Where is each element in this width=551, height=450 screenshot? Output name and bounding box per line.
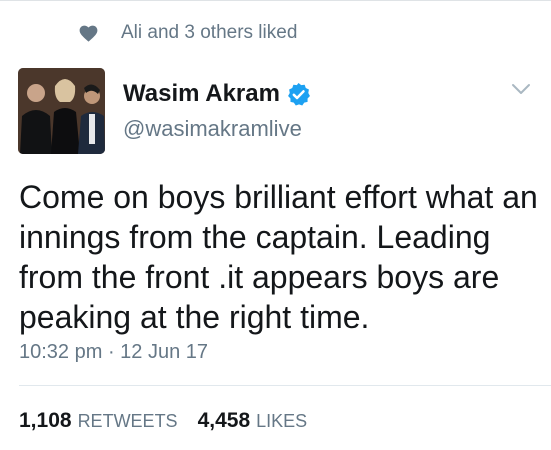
social-context-text: Ali and 3 others liked (121, 22, 298, 43)
display-name[interactable]: Wasim Akram (123, 80, 280, 108)
author-name-row[interactable]: Wasim Akram (123, 80, 311, 108)
tweet-card[interactable]: Ali and 3 others liked Wasim Akram @wasi… (0, 0, 551, 450)
tweet-stats: 1,108 RETWEETS 4,458 LIKES (19, 409, 327, 433)
retweets-stat[interactable]: 1,108 RETWEETS (19, 409, 178, 433)
social-context: Ali and 3 others liked (79, 22, 297, 44)
verified-badge-icon (288, 82, 310, 106)
heart-icon (79, 25, 98, 42)
likes-stat[interactable]: 4,458 LIKES (198, 409, 308, 433)
chevron-down-icon[interactable] (510, 81, 532, 97)
likes-count: 4,458 (197, 409, 251, 432)
tweet-timestamp[interactable]: 10:32 pm · 12 Jun 17 (19, 341, 208, 364)
retweets-label: RETWEETS (77, 411, 178, 431)
avatar[interactable] (18, 68, 105, 154)
divider (19, 385, 551, 386)
likes-label: LIKES (256, 411, 308, 431)
retweets-count: 1,108 (19, 409, 72, 432)
avatar-photo (18, 68, 105, 154)
tweet-text: Come on boys brilliant effort what an in… (19, 179, 538, 335)
author-handle[interactable]: @wasimakramlive (123, 116, 302, 142)
